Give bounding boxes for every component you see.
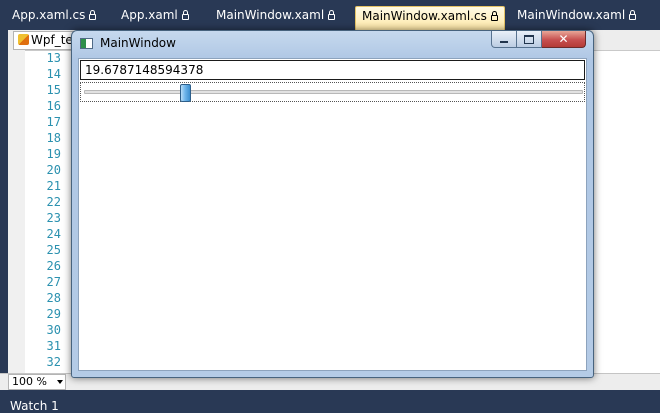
window-title: MainWindow	[100, 36, 176, 50]
lock-icon	[629, 10, 637, 20]
editor-margin	[0, 30, 8, 373]
zoom-value: 100 %	[12, 375, 47, 388]
line-number: 32	[46, 355, 61, 369]
tab-mainwindow-xaml[interactable]: MainWindow.xaml	[210, 6, 341, 30]
line-number: 14	[46, 67, 61, 81]
project-combo[interactable]: Wpf_te	[13, 31, 80, 50]
maximize-button[interactable]	[517, 31, 542, 48]
line-number: 18	[46, 131, 61, 145]
value-textbox[interactable]: 19.6787148594378	[80, 60, 585, 80]
tab-label: MainWindow.xaml	[517, 8, 626, 22]
tab-app-xaml[interactable]: App.xaml	[115, 6, 195, 30]
tab-label: MainWindow.xaml.cs	[362, 9, 487, 23]
lock-icon	[181, 10, 189, 20]
lock-icon	[490, 11, 498, 21]
zoom-dropdown[interactable]: 100 %	[8, 374, 66, 390]
line-numbers: 13 14 15 16 17 18 19 20 21 22 23 24 25 26 27 28 29 30 31 32	[25, 50, 61, 370]
lock-icon	[328, 10, 336, 20]
window-icon	[80, 38, 93, 49]
document-tab-strip: App.xaml.cs App.xaml MainWindow.xaml Mai…	[0, 0, 660, 30]
line-number: 21	[46, 179, 61, 193]
tab-label: App.xaml	[121, 8, 178, 22]
value-slider[interactable]	[80, 82, 585, 102]
line-number: 24	[46, 227, 61, 241]
tab-app-xaml-cs[interactable]: App.xaml.cs	[6, 6, 102, 30]
minimize-button[interactable]	[491, 31, 517, 48]
watch-panel-tab[interactable]: Watch 1	[0, 397, 660, 413]
line-number: 19	[46, 147, 61, 161]
tab-mainwindow-xaml-2[interactable]: MainWindow.xaml	[511, 6, 642, 30]
lock-icon	[89, 10, 97, 20]
line-number: 27	[46, 275, 61, 289]
line-number: 29	[46, 307, 61, 321]
line-number: 15	[46, 83, 61, 97]
slider-thumb[interactable]	[179, 84, 191, 102]
main-window[interactable]: MainWindow ✕ 19.6787148594378	[71, 30, 594, 378]
watch-panel-label: Watch 1	[10, 399, 59, 413]
tab-mainwindow-xaml-cs[interactable]: MainWindow.xaml.cs	[355, 6, 505, 30]
line-number: 30	[46, 323, 61, 337]
maximize-icon	[524, 34, 534, 44]
tab-label: App.xaml.cs	[12, 8, 86, 22]
line-number: 25	[46, 243, 61, 257]
line-number: 17	[46, 115, 61, 129]
line-number: 26	[46, 259, 61, 273]
line-number: 28	[46, 291, 61, 305]
project-icon	[18, 34, 29, 45]
window-client-area: 19.6787148594378	[78, 58, 587, 371]
chevron-down-icon	[57, 380, 63, 384]
line-number: 22	[46, 195, 61, 209]
line-number: 16	[46, 99, 61, 113]
line-number: 20	[46, 163, 61, 177]
caption-buttons: ✕	[491, 31, 586, 49]
tab-label: MainWindow.xaml	[216, 8, 325, 22]
close-button[interactable]: ✕	[542, 31, 586, 48]
line-number: 31	[46, 339, 61, 353]
editor-gutter	[8, 50, 25, 373]
minimize-icon	[500, 40, 508, 43]
line-number: 13	[46, 51, 61, 65]
project-combo-label: Wpf_te	[31, 33, 73, 47]
slider-track[interactable]	[84, 90, 583, 94]
close-icon: ✕	[558, 32, 569, 46]
line-number: 23	[46, 211, 61, 225]
